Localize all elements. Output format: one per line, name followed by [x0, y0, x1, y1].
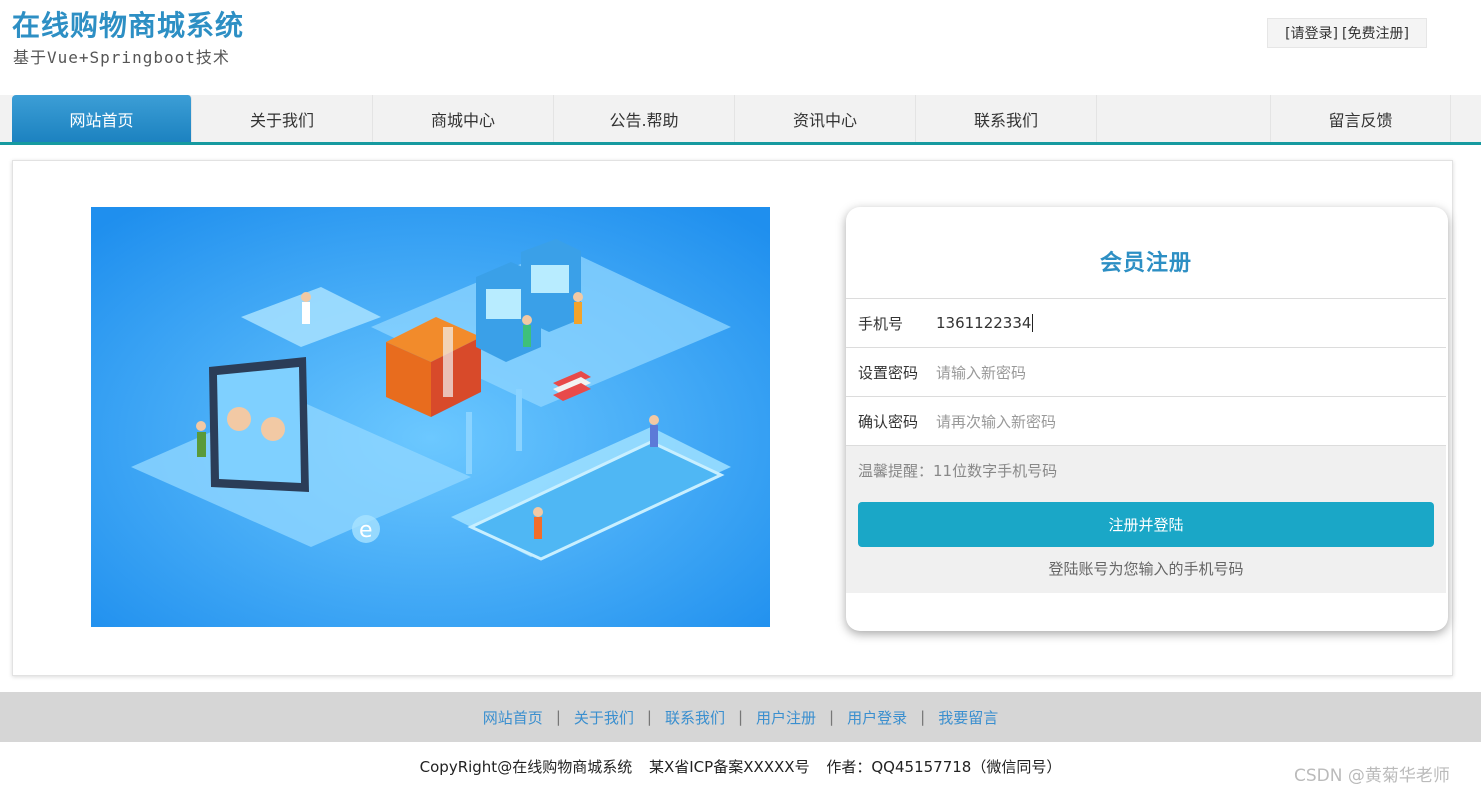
register-login-button[interactable]: 注册并登陆: [858, 502, 1434, 547]
nav-item-about[interactable]: 关于我们: [192, 95, 373, 142]
footer-separator: |: [737, 708, 744, 726]
nav-item-spacer: [1097, 95, 1278, 142]
auth-links: [请登录] [免费注册]: [1267, 18, 1427, 48]
password-label: 设置密码: [858, 363, 919, 382]
confirm-password-input[interactable]: 请再次输入新密码: [936, 411, 1056, 432]
footer-link-message[interactable]: 我要留言: [938, 707, 998, 728]
main-content-card: e 会员注册 手机号 1361122334 设置密码 请输入新密码 确认密码 请…: [12, 160, 1453, 676]
register-tip-panel: 温馨提醒：11位数字手机号码 注册并登陆 登陆账号为您输入的手机号码: [846, 445, 1446, 593]
footer-link-home[interactable]: 网站首页: [483, 707, 543, 728]
text-caret: [1032, 314, 1034, 332]
nav-item-feedback[interactable]: 留言反馈: [1270, 95, 1451, 142]
main-nav: 网站首页 关于我们 商城中心 公告.帮助 资讯中心 联系我们 留言反馈: [0, 95, 1481, 145]
nav-item-notice[interactable]: 公告.帮助: [554, 95, 735, 142]
icp-text: 某X省ICP备案XXXXX号: [648, 758, 810, 776]
nav-item-contact[interactable]: 联系我们: [916, 95, 1097, 142]
register-form: 会员注册 手机号 1361122334 设置密码 请输入新密码 确认密码 请再次…: [846, 207, 1448, 631]
copyright-text: CopyRight@在线购物商城系统: [419, 758, 633, 776]
site-title: 在线购物商城系统: [12, 9, 245, 42]
site-subtitle: 基于Vue+Springboot技术: [13, 48, 230, 67]
footer-links: 网站首页 | 关于我们 | 联系我们 | 用户注册 | 用户登录 | 我要留言: [0, 692, 1481, 742]
nav-item-home[interactable]: 网站首页: [12, 95, 192, 142]
login-link[interactable]: [请登录]: [1285, 23, 1338, 43]
password-input[interactable]: 请输入新密码: [936, 362, 1026, 383]
phone-input[interactable]: 1361122334: [936, 314, 1031, 332]
footer-separator: |: [920, 708, 926, 726]
password-row: 设置密码 请输入新密码: [846, 347, 1446, 396]
copyright-bar: CopyRight@在线购物商城系统 某X省ICP备案XXXXX号 作者：QQ4…: [0, 756, 1481, 777]
phone-row: 手机号 1361122334: [846, 298, 1446, 347]
author-text: 作者：QQ45157718（微信同号）: [826, 758, 1062, 776]
footer-link-contact[interactable]: 联系我们: [665, 707, 725, 728]
register-link[interactable]: [免费注册]: [1342, 23, 1409, 43]
site-header: 在线购物商城系统 基于Vue+Springboot技术 [请登录] [免费注册]: [0, 0, 1481, 95]
footer-link-login[interactable]: 用户登录: [847, 707, 907, 728]
footer-separator: |: [646, 708, 652, 726]
footer-link-about[interactable]: 关于我们: [574, 707, 634, 728]
footer-separator: |: [555, 708, 561, 726]
confirm-password-row: 确认密码 请再次输入新密码: [846, 396, 1446, 445]
register-title: 会员注册: [1099, 251, 1192, 276]
watermark-text: CSDN @黄菊华老师: [1294, 766, 1450, 786]
footer-separator: |: [829, 708, 835, 726]
tip-text: 温馨提醒：11位数字手机号码: [858, 462, 1058, 480]
isometric-online-services-illustration: e: [91, 207, 770, 627]
nav-item-mall[interactable]: 商城中心: [373, 95, 554, 142]
account-note: 登陆账号为您输入的手机号码: [1048, 560, 1244, 578]
footer-link-register[interactable]: 用户注册: [756, 707, 816, 728]
nav-item-news[interactable]: 资讯中心: [735, 95, 916, 142]
phone-label: 手机号: [858, 314, 904, 333]
confirm-password-label: 确认密码: [858, 412, 919, 431]
svg-text:e: e: [359, 518, 373, 543]
